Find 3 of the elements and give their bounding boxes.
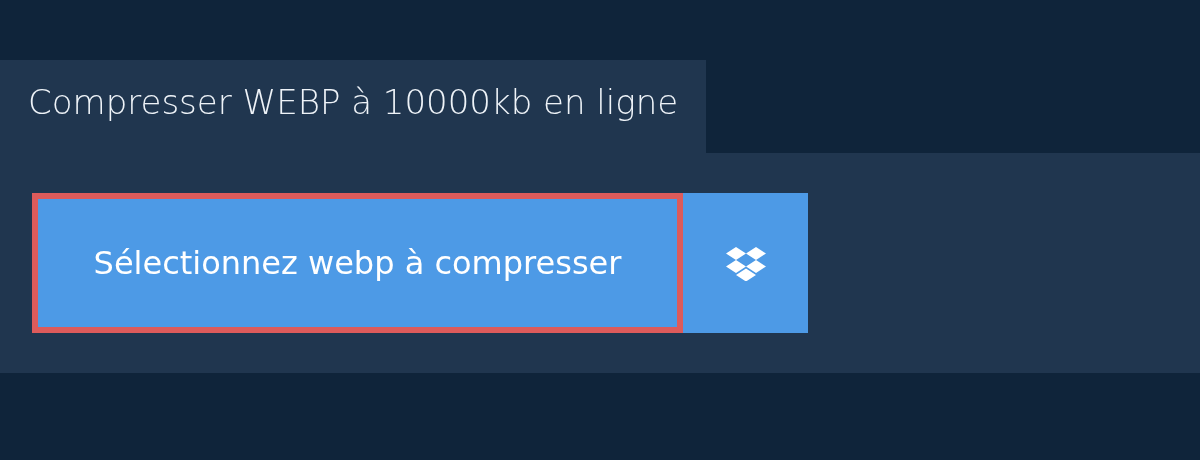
dropbox-icon bbox=[724, 245, 767, 281]
dropbox-button[interactable] bbox=[683, 193, 808, 333]
select-file-button[interactable]: Sélectionnez webp à compresser bbox=[32, 193, 683, 333]
